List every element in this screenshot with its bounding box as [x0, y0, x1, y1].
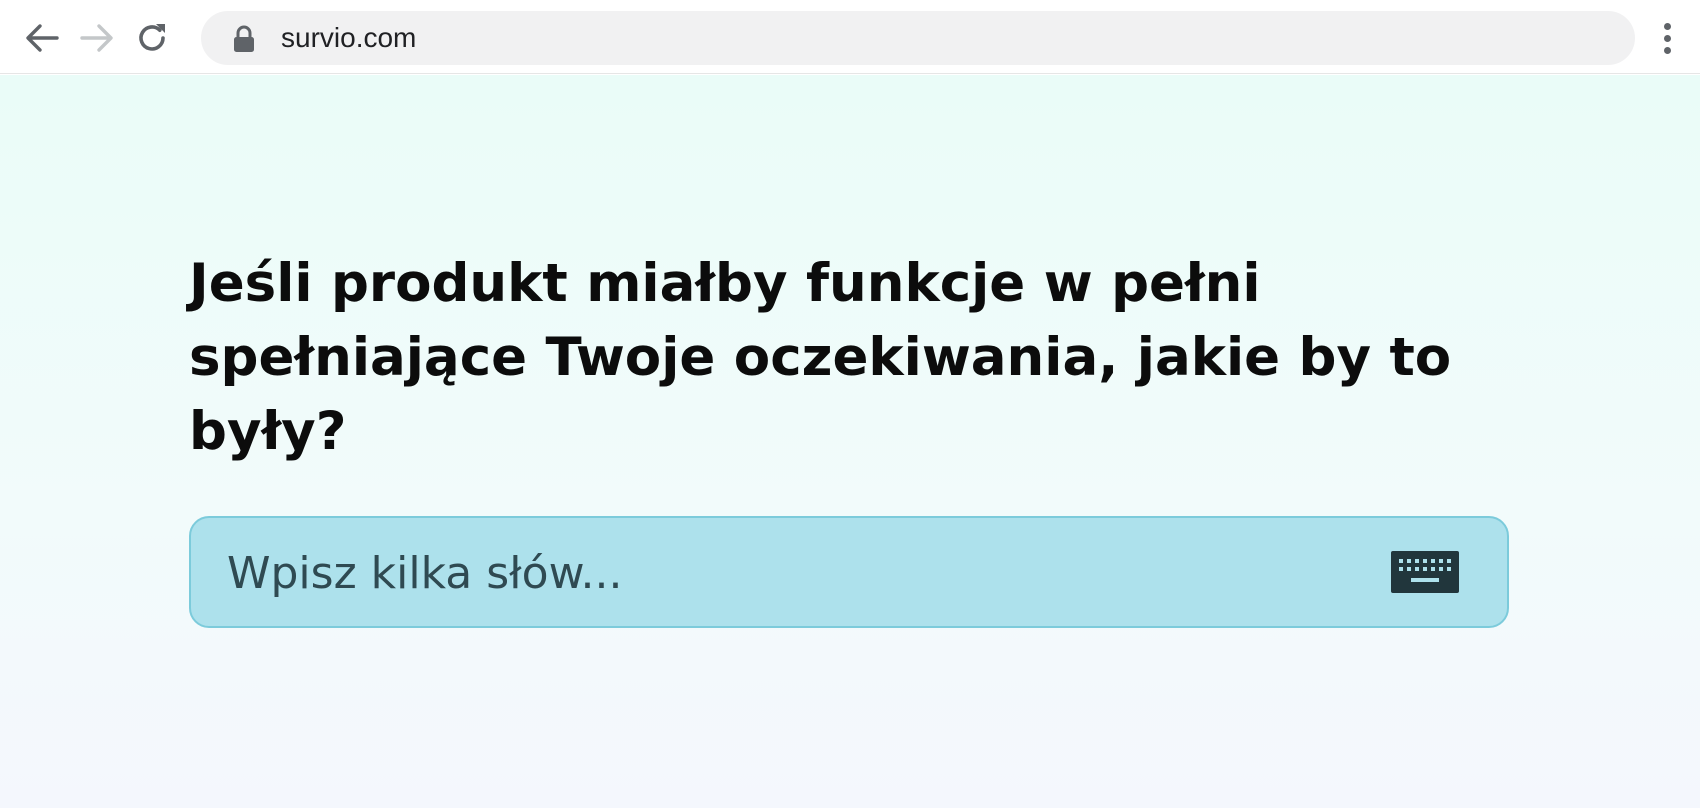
lock-icon	[234, 25, 254, 52]
browser-menu-button[interactable]	[1650, 18, 1684, 58]
url-text: survio.com	[281, 22, 417, 53]
question-title: Jeśli produkt miałby funkcje w pełni spe…	[189, 253, 1452, 462]
back-button[interactable]	[22, 18, 62, 58]
browser-toolbar: survio.com	[0, 0, 1700, 74]
vertical-dots-icon	[1663, 22, 1671, 30]
arrow-right-icon	[80, 24, 113, 52]
arrow-left-icon	[26, 24, 59, 52]
answer-input[interactable]	[227, 538, 1377, 608]
survey-page: Jeśli produkt miałby funkcje w pełni spe…	[0, 75, 1700, 808]
forward-button[interactable]	[77, 18, 117, 58]
reload-icon	[139, 24, 165, 51]
answer-field[interactable]	[189, 516, 1509, 628]
address-bar[interactable]: survio.com	[201, 11, 1635, 65]
reload-button[interactable]	[132, 18, 172, 58]
keyboard-icon[interactable]	[1391, 551, 1459, 593]
